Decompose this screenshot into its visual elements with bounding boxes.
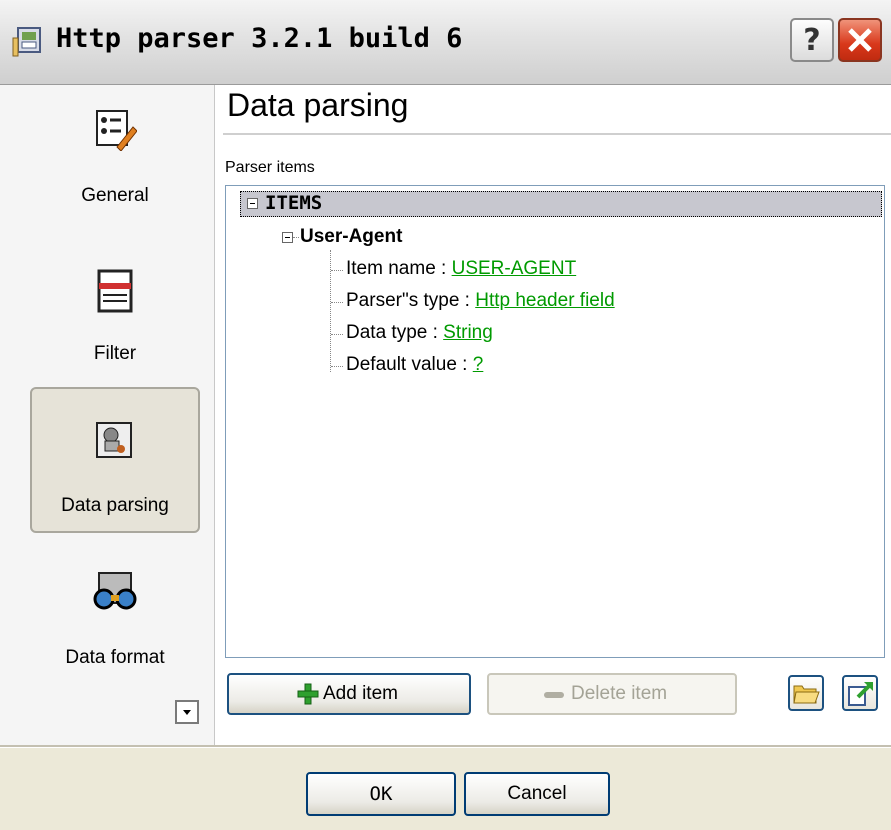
close-button[interactable] <box>838 18 882 62</box>
ok-button[interactable]: OK <box>306 772 456 816</box>
cancel-button[interactable]: Cancel <box>464 772 610 816</box>
tree-connector <box>331 366 343 367</box>
sidebar-item-general[interactable]: General <box>30 87 200 233</box>
prop-value-link[interactable]: USER-AGENT <box>452 258 577 279</box>
prop-value-link[interactable]: String <box>443 322 493 343</box>
sidebar-item-label: Data format <box>65 647 165 668</box>
tree-connector <box>331 334 343 335</box>
parser-items-tree[interactable]: ITEMS User-Agent Item name : USER-AGENT … <box>225 185 885 658</box>
tree-connector <box>331 302 343 303</box>
close-icon <box>848 28 872 52</box>
ok-label: OK <box>369 783 393 805</box>
tree-prop-data-type: Data type : String <box>346 322 493 344</box>
folder-open-icon <box>793 685 820 704</box>
http-parser-window: Http parser 3.2.1 build 6 ? General Filt… <box>0 0 891 830</box>
general-icon <box>96 110 137 151</box>
tree-prop-parser-type: Parser"s type : Http header field <box>346 290 615 312</box>
plus-icon <box>297 683 319 705</box>
minus-icon <box>544 692 564 698</box>
tree-prop-item-name: Item name : USER-AGENT <box>346 258 576 280</box>
sidebar-scroll-down-button[interactable] <box>175 700 199 724</box>
footer-divider <box>0 745 891 748</box>
app-icon <box>12 27 41 57</box>
tree-connector <box>330 250 331 372</box>
tree-prop-default-value: Default value : ? <box>346 354 483 376</box>
add-item-label: Add item <box>323 683 398 704</box>
data-parsing-icon <box>96 422 132 458</box>
title-divider <box>223 133 891 135</box>
tree-root-label: ITEMS <box>265 192 323 214</box>
help-button[interactable]: ? <box>790 18 834 62</box>
tree-node-items[interactable]: ITEMS <box>240 191 882 217</box>
export-icon <box>848 682 873 706</box>
chevron-down-icon <box>183 710 191 715</box>
sidebar-item-label: Filter <box>93 343 137 364</box>
title-bar[interactable]: Http parser 3.2.1 build 6 ? <box>0 0 891 85</box>
data-format-icon <box>93 572 137 610</box>
collapse-icon[interactable] <box>247 198 258 209</box>
page-title: Data parsing <box>227 87 409 123</box>
add-item-button[interactable]: Add item <box>227 673 471 715</box>
sidebar-item-filter[interactable]: Filter <box>30 243 200 389</box>
tree-connector <box>293 237 299 238</box>
delete-item-button[interactable]: Delete item <box>487 673 737 715</box>
tree-child-label: User-Agent <box>300 226 403 247</box>
parser-items-label: Parser items <box>225 159 315 176</box>
main-panel: Data parsing Parser items ITEMS User-Age… <box>215 85 891 745</box>
cancel-label: Cancel <box>507 783 567 804</box>
export-button[interactable] <box>842 675 878 711</box>
prop-value-link[interactable]: ? <box>473 354 484 375</box>
window-title: Http parser 3.2.1 build 6 <box>56 23 463 54</box>
sidebar-item-data-parsing[interactable]: Data parsing <box>30 387 200 533</box>
filter-icon <box>97 269 133 313</box>
open-file-button[interactable] <box>788 675 824 711</box>
sidebar-item-label: General <box>81 185 149 206</box>
help-icon: ? <box>803 23 821 58</box>
collapse-icon[interactable] <box>282 232 293 243</box>
delete-item-label: Delete item <box>571 683 668 704</box>
tree-connector <box>331 270 343 271</box>
sidebar-item-data-format[interactable]: Data format <box>30 543 200 689</box>
prop-label: Data type : <box>346 322 444 343</box>
sidebar: General Filter Data parsing Data format <box>0 85 215 745</box>
prop-label: Default value : <box>346 354 473 375</box>
prop-value-link[interactable]: Http header field <box>475 290 614 311</box>
prop-label: Item name : <box>346 258 452 279</box>
prop-label: Parser"s type : <box>346 290 476 311</box>
sidebar-item-label: Data parsing <box>61 495 169 516</box>
